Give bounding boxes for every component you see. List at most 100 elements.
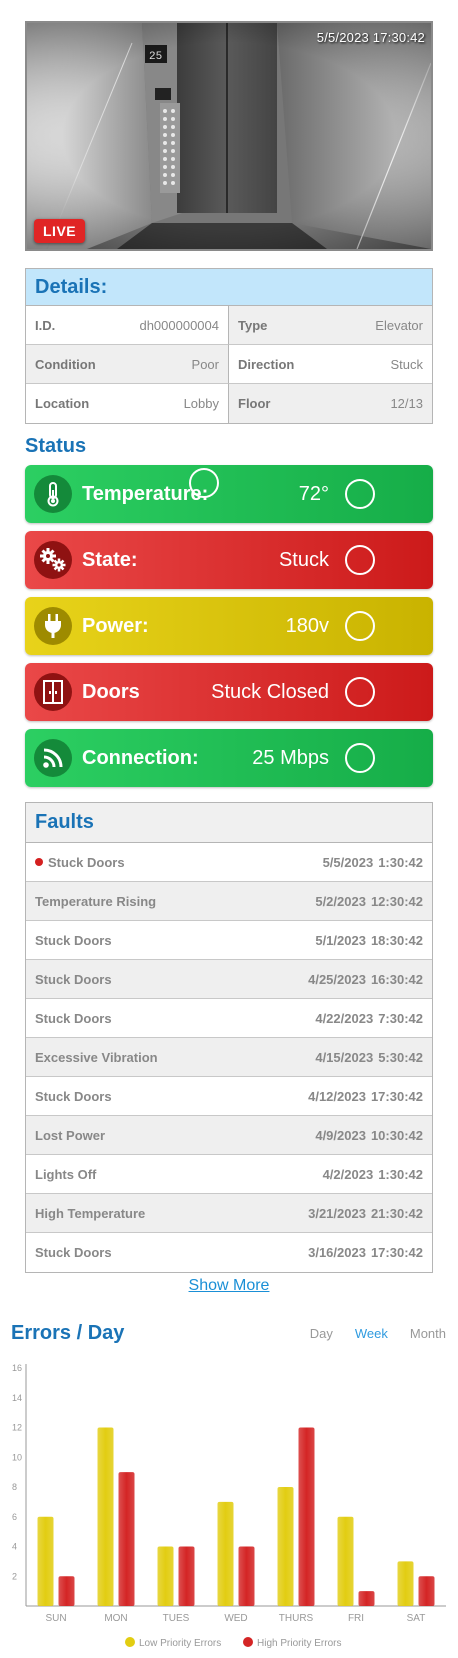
fault-datetime: 4/2/2023 1:30:42 — [323, 1167, 423, 1182]
fault-name-text: Stuck Doors — [48, 854, 125, 870]
fault-row[interactable]: Stuck Doors 4/22/2023 7:30:42 — [26, 999, 432, 1038]
y-tick-label: 4 — [12, 1542, 17, 1552]
detail-value: Stuck — [390, 356, 423, 372]
status-value: 72° — [298, 482, 329, 505]
fault-date: 5/5/2023 — [322, 854, 374, 870]
fault-row[interactable]: Stuck Doors 5/1/2023 18:30:42 — [26, 921, 432, 960]
fault-name-text: Lights Off — [35, 1166, 97, 1182]
status-connection[interactable]: Connection: 25 Mbps — [25, 729, 433, 787]
fault-datetime: 5/1/2023 18:30:42 — [315, 933, 423, 948]
status-power[interactable]: Power: 180v — [25, 597, 433, 655]
detail-id: I.D. dh000000004 — [26, 306, 229, 345]
fault-date: 4/22/2023 — [315, 1010, 374, 1026]
chart-bar — [337, 1516, 354, 1606]
legend-label: High Priority Errors — [257, 1638, 341, 1649]
detail-value: Poor — [191, 356, 219, 372]
fault-time: 1:30:42 — [378, 1166, 423, 1182]
fault-date: 4/2/2023 — [322, 1166, 374, 1182]
chart-bar — [277, 1487, 294, 1606]
detail-floor: Floor 12/13 — [229, 384, 432, 423]
chart-period-tabs: Day Week Month — [310, 1326, 446, 1341]
fault-time: 17:30:42 — [370, 1245, 423, 1260]
status-label: Power: — [82, 614, 149, 637]
fault-name: Stuck Doors — [35, 1245, 112, 1260]
fault-name-text: Lost Power — [35, 1127, 106, 1143]
faults-list: Stuck Doors 5/5/2023 1:30:42 Temperature Ri… — [26, 843, 432, 1272]
fault-row[interactable]: Lost Power 4/9/2023 10:30:42 — [26, 1116, 432, 1155]
detail-key: Type — [238, 317, 268, 333]
y-tick-label: 2 — [12, 1571, 17, 1581]
fault-name: Excessive Vibration — [35, 1050, 158, 1065]
legend-swatch — [243, 1637, 253, 1647]
tab-week[interactable]: Week — [355, 1326, 388, 1341]
elevator-camera-image: 25 — [27, 23, 431, 249]
fault-date: 5/2/2023 — [315, 893, 366, 909]
detail-value: Elevator — [375, 317, 423, 333]
fault-time: 10:30:42 — [370, 1127, 423, 1143]
status-value: Stuck — [278, 548, 329, 571]
fault-row[interactable]: Stuck Doors 3/16/2023 17:30:42 — [26, 1233, 432, 1272]
errors-chart-title: Errors / Day — [11, 1322, 125, 1344]
fault-datetime: 4/12/2023 17:30:42 — [308, 1089, 423, 1104]
fault-row[interactable]: Excessive Vibration 4/15/2023 5:30:42 — [26, 1038, 432, 1077]
fault-row[interactable]: Stuck Doors 4/25/2023 16:30:42 — [26, 960, 432, 999]
detail-location: Location Lobby — [26, 384, 229, 423]
fault-time: 18:30:42 — [370, 932, 423, 948]
status-label: Connection: — [82, 746, 199, 769]
y-tick-label: 10 — [12, 1452, 22, 1462]
status-title: Status — [25, 435, 87, 457]
detail-key: Condition — [35, 356, 96, 372]
chart-bar — [397, 1561, 414, 1606]
status-value: 180v — [285, 614, 329, 637]
detail-key: Location — [35, 396, 90, 411]
status-indicator-ring[interactable] — [345, 677, 375, 707]
tab-day[interactable]: Day — [310, 1326, 333, 1341]
status-state[interactable]: State: Stuck — [25, 531, 433, 589]
fault-time: 16:30:42 — [370, 971, 423, 987]
fault-row[interactable]: Stuck Doors 5/5/2023 1:30:42 — [26, 843, 432, 882]
chart-bar — [37, 1516, 54, 1606]
x-tick-label: SAT — [407, 1613, 426, 1624]
status-temperature[interactable]: Temperature: 72° — [25, 465, 433, 523]
fault-date: 5/1/2023 — [315, 932, 366, 948]
status-indicator-ring[interactable] — [345, 545, 375, 575]
tab-month[interactable]: Month — [410, 1326, 446, 1341]
fault-name-text: Stuck Doors — [35, 971, 112, 987]
touch-cursor-indicator — [189, 468, 219, 498]
status-label: State: — [82, 548, 138, 571]
chart-bar — [238, 1546, 255, 1606]
fault-date: 4/25/2023 — [308, 971, 366, 987]
errors-per-day-chart: 2 4 6 8 10 12 14 16 SUN MON TUES WED THURS FRI SAT Low … — [12, 1363, 446, 1649]
status-indicator-ring[interactable] — [345, 479, 375, 509]
fault-row[interactable]: Temperature Rising 5/2/2023 12:30:42 — [26, 882, 432, 921]
camera-feed[interactable]: 25 5/5/2023 17:30:42 LIVE — [25, 21, 433, 251]
chart-bar — [97, 1427, 114, 1606]
chart-bar — [298, 1427, 315, 1606]
status-indicator-ring[interactable] — [345, 743, 375, 773]
chart-bar — [157, 1546, 174, 1606]
status-value: 25 Mbps — [252, 746, 329, 769]
fault-row[interactable]: Stuck Doors 4/12/2023 17:30:42 — [26, 1077, 432, 1116]
faults-title: Faults — [26, 803, 432, 843]
fault-name: High Temperature — [35, 1206, 145, 1221]
status-indicator-ring[interactable] — [345, 611, 375, 641]
fault-row[interactable]: Lights Off 4/2/2023 1:30:42 — [26, 1155, 432, 1194]
detail-value: 12/13 — [390, 396, 423, 411]
x-tick-label: THURS — [279, 1613, 314, 1624]
chart-bar — [118, 1472, 135, 1606]
fault-name: Stuck Doors — [35, 933, 112, 948]
fault-date: 3/21/2023 — [308, 1205, 366, 1221]
plug-icon — [34, 607, 72, 645]
fault-date: 4/12/2023 — [308, 1088, 366, 1104]
detail-value: Lobby — [183, 396, 219, 411]
fault-date: 4/15/2023 — [315, 1049, 374, 1065]
fault-time: 7:30:42 — [378, 1010, 423, 1026]
fault-date: 3/16/2023 — [308, 1245, 366, 1260]
status-doors[interactable]: Doors Stuck Closed — [25, 663, 433, 721]
chart-bar — [358, 1591, 375, 1606]
x-tick-label: TUES — [163, 1613, 190, 1624]
show-more-link[interactable]: Show More — [0, 1277, 458, 1295]
signal-icon — [34, 739, 72, 777]
fault-row[interactable]: High Temperature 3/21/2023 21:30:42 — [26, 1194, 432, 1233]
x-tick-label: FRI — [348, 1613, 364, 1624]
